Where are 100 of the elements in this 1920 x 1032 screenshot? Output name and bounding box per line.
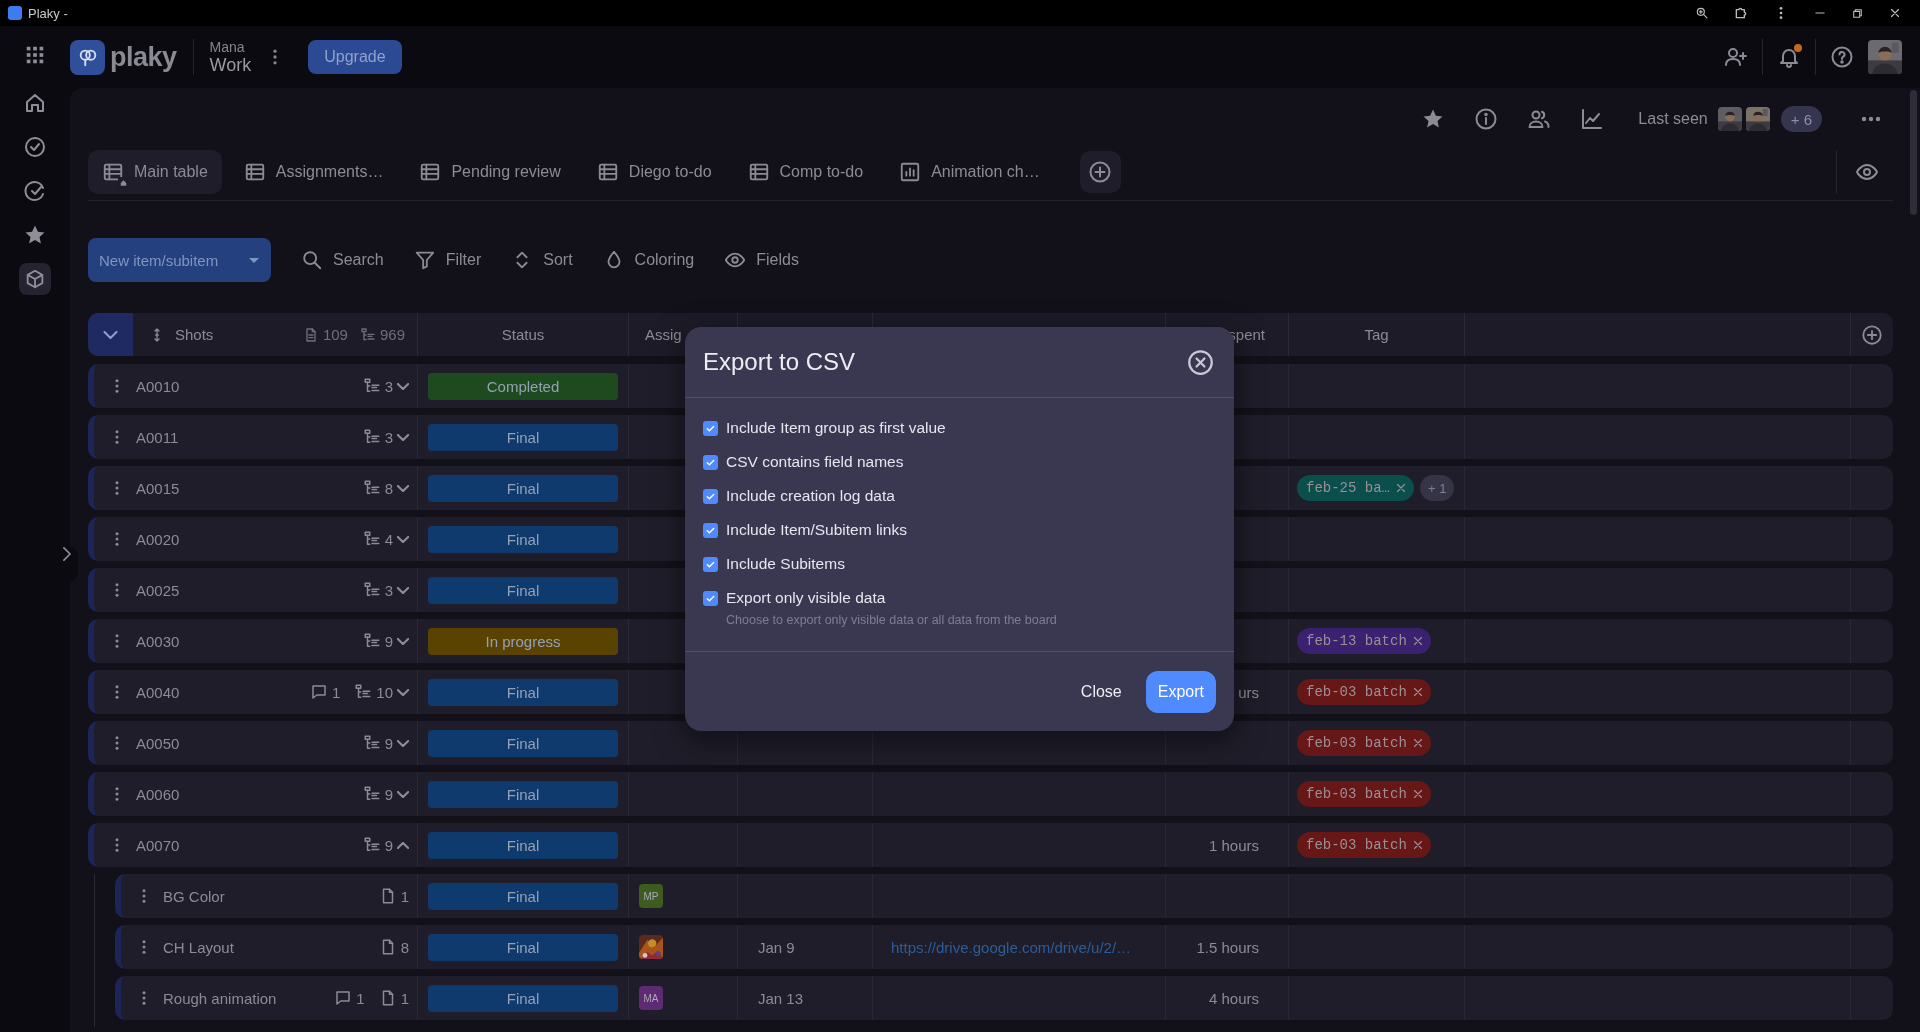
tag-chip[interactable]: feb-03 batch — [1297, 781, 1431, 807]
comment-icon[interactable] — [334, 989, 353, 1007]
status-label[interactable]: Final — [428, 474, 618, 502]
view-tab[interactable]: Comp to-do — [733, 149, 878, 194]
subitems-icon[interactable] — [362, 734, 381, 752]
subitems-icon[interactable] — [362, 530, 381, 548]
tag-chip[interactable]: feb-03 batch — [1297, 730, 1431, 756]
chevron-up-icon[interactable] — [397, 841, 409, 849]
tag-chip[interactable]: feb-13 batch — [1297, 628, 1431, 654]
chevron-down-icon[interactable] — [397, 484, 409, 492]
option-label[interactable]: Include Item group as first value — [726, 419, 946, 437]
option-label[interactable]: CSV contains field names — [726, 453, 904, 471]
toolbar-button[interactable]: Coloring — [602, 249, 695, 271]
toolbar-button[interactable]: Filter — [413, 249, 482, 271]
subitems-icon[interactable] — [362, 479, 381, 497]
column-header[interactable]: Shots — [175, 326, 214, 343]
export-button[interactable]: Export — [1145, 670, 1216, 713]
chevron-down-icon[interactable] — [397, 382, 409, 390]
chevron-down-icon[interactable] — [397, 688, 409, 696]
status-label[interactable]: Final — [428, 576, 618, 604]
view-tab[interactable]: Assignments… — [229, 149, 398, 194]
checkbox[interactable] — [703, 556, 718, 572]
chevron-down-icon[interactable] — [397, 535, 409, 543]
workspace-button[interactable] — [19, 263, 51, 295]
option-label[interactable]: Include Subitems — [726, 555, 845, 573]
more-tags-badge[interactable]: + 1 — [1420, 475, 1455, 501]
close-button[interactable]: Close — [1080, 682, 1122, 701]
option-label[interactable]: Include creation log data — [726, 487, 895, 505]
view-tab[interactable]: Pending review — [405, 149, 575, 194]
chevron-down-icon[interactable] — [397, 586, 409, 594]
view-tab[interactable]: Main table — [88, 149, 222, 194]
view-tab[interactable]: Diego to-do — [582, 149, 726, 194]
chevron-down-icon[interactable] — [397, 790, 409, 798]
link[interactable]: https://drive.google.com/drive/u/2/… — [891, 938, 1132, 956]
add-user-icon[interactable] — [1724, 45, 1748, 69]
home-icon[interactable] — [23, 91, 47, 115]
option-hint: Choose to export only visible data or all data from the board — [726, 613, 1058, 627]
checkbox[interactable] — [703, 590, 718, 606]
checkbox[interactable] — [703, 420, 718, 436]
view-tab[interactable]: Animation ch… — [885, 149, 1054, 194]
option-label[interactable]: Include Item/Subitem links — [726, 521, 907, 539]
toolbar-button[interactable]: Fields — [724, 249, 799, 271]
subitems-icon[interactable] — [362, 428, 381, 446]
check-circle-icon[interactable] — [23, 135, 47, 159]
line-chart-icon[interactable] — [1580, 107, 1605, 131]
collapse-group-button[interactable] — [88, 313, 133, 356]
subitems-icon[interactable] — [362, 785, 381, 803]
chevron-down-icon[interactable] — [397, 739, 409, 747]
close-icon[interactable] — [1888, 6, 1902, 20]
upgrade-button[interactable]: Upgrade — [308, 40, 402, 74]
new-item-button[interactable]: New item/subitem — [88, 238, 271, 282]
status-label[interactable]: Completed — [428, 372, 618, 400]
assignee-initials[interactable]: MA — [639, 986, 663, 1010]
checkbox[interactable] — [703, 522, 718, 538]
status-label[interactable]: Final — [428, 678, 618, 706]
option-label[interactable]: Export only visible data — [726, 589, 886, 607]
subitems-icon[interactable] — [362, 836, 381, 854]
status-label[interactable]: Final — [428, 423, 618, 451]
more-viewers-badge[interactable]: + 6 — [1780, 106, 1822, 132]
status-label[interactable]: Final — [428, 933, 618, 961]
info-icon[interactable] — [1474, 107, 1499, 131]
checkbox[interactable] — [703, 488, 718, 504]
remove-icon[interactable] — [1394, 481, 1408, 495]
apps-grid-icon[interactable] — [24, 44, 46, 66]
status-label[interactable]: In progress — [428, 627, 618, 655]
help-icon[interactable] — [1830, 45, 1854, 69]
status-label[interactable]: Final — [428, 882, 618, 910]
subitems-icon[interactable] — [354, 683, 373, 701]
comment-icon[interactable] — [309, 683, 328, 701]
status-label[interactable]: Final — [428, 984, 618, 1012]
chevron-down-icon[interactable] — [397, 433, 409, 441]
arc-icon[interactable] — [23, 179, 47, 203]
toolbar-button[interactable]: Sort — [511, 249, 573, 271]
assignee-initials[interactable]: MP — [639, 884, 663, 908]
chevron-down-icon[interactable] — [397, 637, 409, 645]
status-label[interactable]: Final — [428, 831, 618, 859]
column-header[interactable]: Tag — [1364, 326, 1389, 343]
status-label[interactable]: Final — [428, 729, 618, 757]
tag-chip[interactable]: feb-25 ba… — [1297, 475, 1414, 501]
column-header[interactable]: Assig — [645, 326, 682, 343]
puzzle-icon[interactable] — [1733, 5, 1749, 21]
column-header[interactable]: Status — [501, 326, 545, 343]
subitems-icon[interactable] — [362, 581, 381, 599]
workspace-name[interactable]: Work — [209, 54, 252, 76]
checkbox[interactable] — [703, 454, 718, 470]
add-view-button[interactable] — [1079, 150, 1121, 193]
add-column-icon[interactable] — [1861, 323, 1883, 346]
zoom-icon[interactable] — [1695, 6, 1709, 20]
status-label[interactable]: Final — [428, 525, 618, 553]
scrollbar[interactable] — [1910, 90, 1917, 215]
subitems-icon[interactable] — [362, 632, 381, 650]
toolbar-button[interactable]: Search — [301, 249, 384, 271]
subitems-icon[interactable] — [362, 377, 381, 395]
filter-icon — [413, 249, 436, 271]
restore-icon[interactable] — [1851, 6, 1864, 20]
close-button[interactable] — [1187, 348, 1214, 376]
tag-chip[interactable]: feb-03 batch — [1297, 679, 1431, 705]
tag-chip[interactable]: feb-03 batch — [1297, 832, 1431, 858]
logo-icon[interactable] — [70, 39, 105, 75]
status-label[interactable]: Final — [428, 780, 618, 808]
